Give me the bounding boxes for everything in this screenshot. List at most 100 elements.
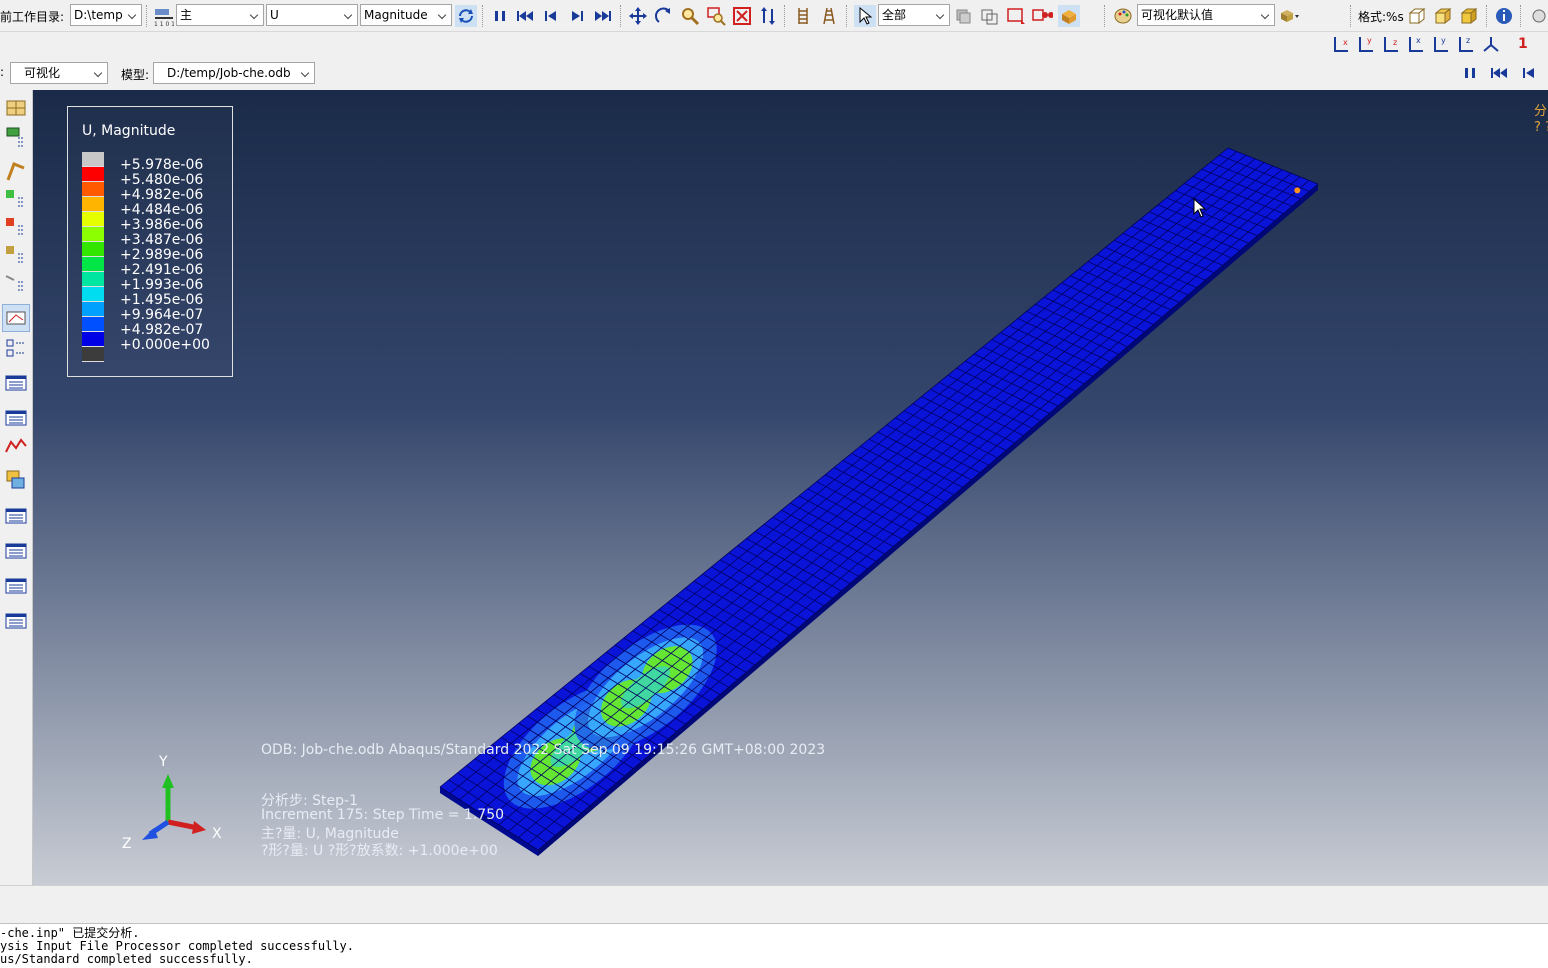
ply-ladder-icon[interactable] (818, 5, 840, 27)
legend-value: +2.491e-06 (120, 262, 204, 278)
selection-options-icon[interactable] (952, 5, 974, 27)
selection-filter-combo[interactable]: 全部 (878, 4, 950, 26)
chevron-down-icon (249, 5, 261, 25)
iso-view-icon[interactable] (1432, 5, 1454, 27)
view-y-icon[interactable]: y (1355, 33, 1377, 55)
history-output-icon[interactable] (2, 537, 30, 565)
toolbar-separator (1520, 5, 1522, 27)
shaded-view-icon[interactable] (1458, 5, 1480, 27)
workdir-label: 前工作目录: (0, 10, 65, 24)
toolbar-separator (1104, 5, 1106, 27)
box-select-icon[interactable] (1005, 5, 1027, 27)
lens-icon[interactable] (1528, 5, 1548, 27)
triad-z-label: Z (122, 836, 132, 852)
zoom-icon[interactable] (679, 5, 701, 27)
pan-icon[interactable] (627, 5, 649, 27)
info-icon[interactable] (1493, 5, 1515, 27)
report-table-icon[interactable] (2, 369, 30, 397)
auto-fit-icon[interactable] (731, 5, 753, 27)
contour-options-icon[interactable] (2, 186, 30, 214)
plot-undeformed-icon[interactable] (2, 94, 30, 122)
symbol-plot-icon[interactable] (2, 214, 30, 242)
legend-value: +4.982e-07 (120, 322, 204, 338)
deformed-var-info: ?形?量: U ?形?放系数: +1.000e+00 (261, 843, 498, 859)
legend-value: +5.978e-06 (120, 157, 204, 173)
allow-multiple-plots-icon[interactable] (2, 270, 30, 298)
mouse-cursor-icon (1193, 198, 1207, 218)
view-orientation-bar: x y z x y z 1 (1328, 32, 1548, 57)
cycle-views-icon[interactable] (757, 5, 779, 27)
view-iso-icon[interactable] (1480, 33, 1502, 55)
invariant-select[interactable]: Magnitude (360, 4, 452, 26)
view-neg-x-icon[interactable]: x (1405, 33, 1427, 55)
xy-data-icon[interactable] (2, 432, 30, 460)
display-group-icon[interactable] (979, 5, 1001, 27)
view-cut-icon[interactable] (2, 334, 30, 362)
contour-legend[interactable]: U, Magnitude +5.978e-06 +5.480e-06 +4.982e… (67, 106, 233, 377)
rotate-icon[interactable] (653, 5, 675, 27)
svg-text:x: x (1343, 38, 1348, 47)
module-combo[interactable]: 可视化 (10, 62, 108, 84)
legend-value: +0.000e+00 (120, 337, 210, 353)
model-value: D:/temp/Job-che.odb (167, 66, 291, 80)
view-neg-y-icon[interactable]: y (1430, 33, 1452, 55)
last-frame-icon[interactable] (592, 5, 614, 27)
view-neg-z-icon[interactable]: z (1455, 33, 1477, 55)
palette-icon[interactable] (1112, 5, 1134, 27)
legend-value: +5.480e-06 (120, 172, 204, 188)
query-icon[interactable] (2, 466, 30, 494)
mesh-line (478, 162, 1265, 813)
box-zoom-icon[interactable] (705, 5, 727, 27)
primary-select-value: 主 (180, 8, 193, 22)
field-output-icon[interactable] (2, 502, 30, 530)
legend-value: +1.993e-06 (120, 277, 204, 293)
ply-stack-icon[interactable] (792, 5, 814, 27)
message-area[interactable]: -che.inp" 已提交分析. ysis Input File Process… (0, 923, 1548, 968)
pause-icon[interactable] (489, 5, 511, 27)
plot-deformed-icon[interactable] (2, 122, 30, 150)
step-frame-icon[interactable]: 1 1 0 1 0 (152, 5, 174, 27)
previous-frame-icon[interactable] (1518, 62, 1540, 84)
mesh-line (459, 154, 1247, 800)
view-z-icon[interactable]: z (1380, 33, 1402, 55)
refresh-icon[interactable] (455, 5, 477, 27)
model-mesh[interactable] (33, 90, 1548, 885)
view-x-icon[interactable]: x (1330, 33, 1352, 55)
probe-values-icon[interactable] (2, 404, 30, 432)
message-line: us/Standard completed successfully. (0, 952, 253, 966)
invariant-select-value: Magnitude (364, 8, 428, 22)
variable-select[interactable]: U (266, 4, 358, 26)
contour-plot-icon[interactable] (2, 158, 30, 186)
mesh-line (469, 158, 1256, 807)
toolbar-separator (146, 5, 148, 27)
first-frame-icon[interactable] (1488, 62, 1510, 84)
workdir-combo[interactable]: D:\temp (70, 4, 142, 26)
model-combo[interactable]: D:/temp/Job-che.odb (153, 62, 315, 84)
corner-text-2: ? ? (1534, 120, 1548, 135)
front-view-icon[interactable] (1406, 5, 1428, 27)
legend-swatch (82, 152, 104, 167)
step-frame-list-icon[interactable] (2, 607, 30, 635)
material-orientation-icon[interactable] (2, 242, 30, 270)
primary-select[interactable]: 主 (176, 4, 264, 26)
previous-frame-icon[interactable] (540, 5, 562, 27)
mesh-line (449, 151, 1238, 794)
render-style-icon[interactable] (1278, 5, 1300, 27)
select-arrow-icon[interactable] (854, 5, 876, 27)
animate-icon[interactable] (2, 304, 30, 332)
pause-icon[interactable] (1459, 62, 1481, 84)
axis-number[interactable]: 1 (1518, 36, 1528, 52)
view-defaults-combo[interactable]: 可视化默认值 (1137, 4, 1275, 26)
triad-y-label: Y (159, 754, 168, 770)
module-value: 可视化 (24, 66, 61, 80)
viewport[interactable]: U, Magnitude +5.978e-06 +5.480e-06 +4.982e… (33, 90, 1548, 885)
first-frame-icon[interactable] (514, 5, 536, 27)
toolbar-separator (784, 5, 786, 27)
node-select-icon[interactable] (1031, 5, 1053, 27)
svg-text:z: z (1393, 38, 1397, 47)
svg-text:y: y (1441, 36, 1446, 45)
display-body-icon[interactable] (1058, 5, 1080, 27)
next-frame-icon[interactable] (566, 5, 588, 27)
result-options-icon[interactable] (2, 572, 30, 600)
triad-x-label: X (212, 826, 222, 842)
